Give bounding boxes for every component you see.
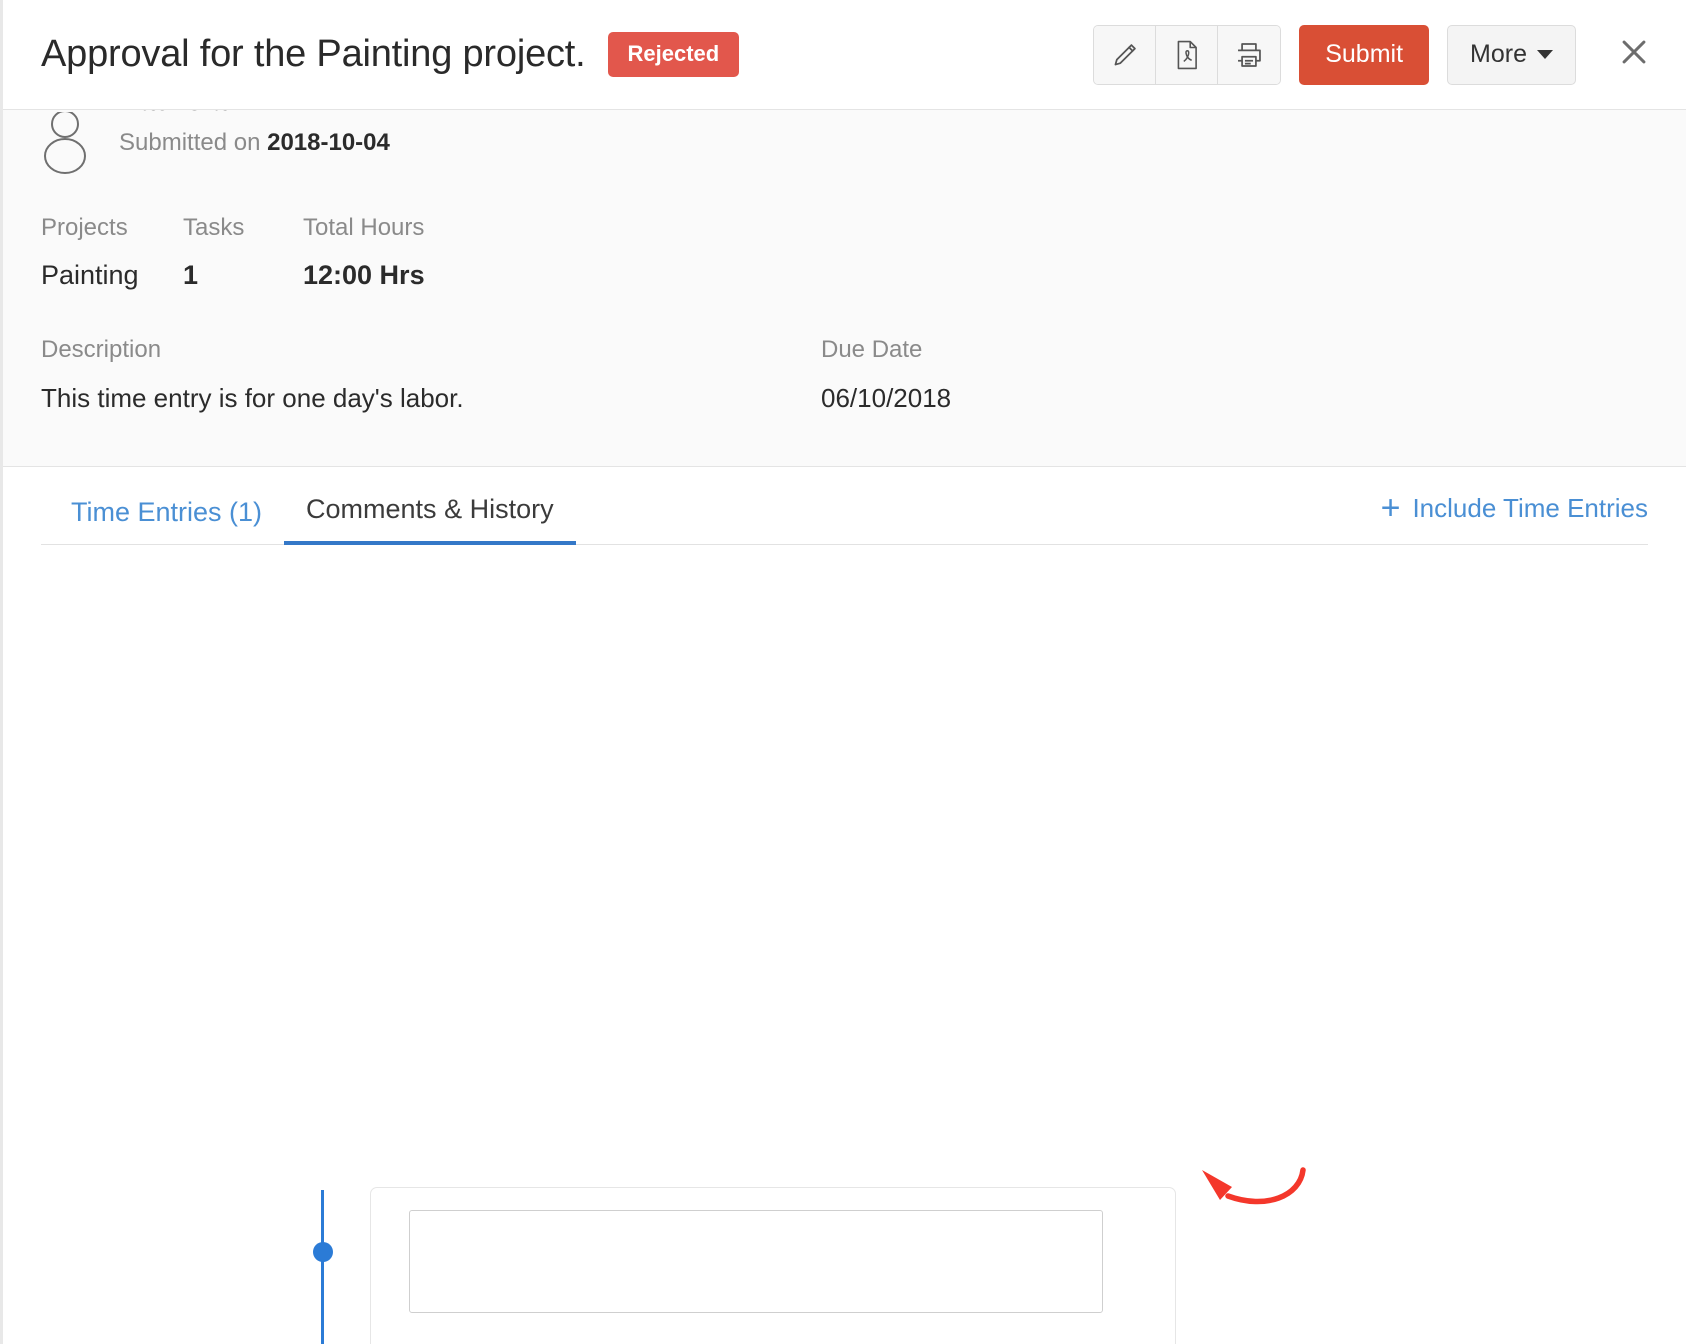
- tab-time-entries[interactable]: Time Entries (1): [41, 499, 284, 544]
- tab-bar: Time Entries (1) Comments & History + In…: [41, 467, 1648, 545]
- pencil-icon: [1111, 41, 1139, 69]
- submitted-on-date: 2018-10-04: [267, 129, 390, 156]
- comment-input[interactable]: [409, 1210, 1103, 1313]
- stat-projects: Projects Painting: [41, 214, 183, 291]
- stat-total-hours-label: Total Hours: [303, 214, 543, 243]
- plus-icon: +: [1381, 495, 1401, 522]
- submitter-info: Patricia Submitted on 2018-10-04: [119, 110, 390, 157]
- stat-tasks: Tasks 1: [183, 214, 303, 291]
- timeline-axis: [321, 1190, 324, 1344]
- stat-total-hours-value: 12:00 Hrs: [303, 259, 543, 291]
- timeline-dot-compose: [313, 1242, 333, 1262]
- print-button[interactable]: [1218, 26, 1280, 84]
- due-date-value: 06/10/2018: [821, 383, 1221, 414]
- submitted-on: Submitted on 2018-10-04: [119, 129, 390, 157]
- title-area: Approval for the Painting project. Rejec…: [41, 32, 1093, 77]
- submitter-row: Patricia Submitted on 2018-10-04: [41, 110, 1648, 196]
- avatar: [41, 112, 89, 166]
- description-label: Description: [41, 336, 821, 365]
- panel-header: Approval for the Painting project. Rejec…: [3, 0, 1686, 110]
- pdf-file-icon: [1174, 40, 1200, 70]
- edit-button[interactable]: [1094, 26, 1156, 84]
- include-time-entries-link[interactable]: + Include Time Entries: [1381, 493, 1648, 544]
- stat-total-hours: Total Hours 12:00 Hrs: [303, 214, 543, 291]
- header-actions: Submit More: [1093, 25, 1658, 85]
- tab-comments-history[interactable]: Comments & History: [284, 496, 576, 545]
- submit-button[interactable]: Submit: [1299, 25, 1429, 85]
- close-button[interactable]: [1610, 31, 1658, 79]
- description-field: Description This time entry is for one d…: [41, 336, 821, 414]
- printer-icon: [1234, 41, 1264, 69]
- stat-tasks-value: 1: [183, 259, 303, 291]
- stat-projects-label: Projects: [41, 214, 183, 243]
- export-pdf-button[interactable]: [1156, 26, 1218, 84]
- due-date-field: Due Date 06/10/2018: [821, 336, 1221, 414]
- page-title: Approval for the Painting project.: [41, 33, 586, 76]
- icon-button-group: [1093, 25, 1281, 85]
- description-row: Description This time entry is for one d…: [41, 336, 1648, 414]
- submitter-name: Patricia: [119, 110, 390, 117]
- due-date-label: Due Date: [821, 336, 1221, 365]
- description-value: This time entry is for one day's labor.: [41, 383, 821, 414]
- stats-row: Projects Painting Tasks 1 Total Hours 12…: [41, 214, 1648, 291]
- stat-tasks-label: Tasks: [183, 214, 303, 243]
- chevron-down-icon: [1537, 50, 1553, 59]
- timesheet-approval-panel: Approval for the Painting project. Rejec…: [0, 0, 1686, 1344]
- status-badge: Rejected: [608, 32, 740, 77]
- more-button[interactable]: More: [1447, 25, 1576, 85]
- comments-timeline: Display in portal. Add Comment 04/10/201…: [3, 545, 1686, 1344]
- summary-panel: Patricia Submitted on 2018-10-04 Project…: [3, 110, 1686, 467]
- submitted-on-prefix: Submitted on: [119, 129, 260, 156]
- close-icon: [1617, 35, 1651, 74]
- add-comment-card: Display in portal. Add Comment: [370, 1187, 1176, 1344]
- stat-projects-value: Painting: [41, 259, 183, 291]
- more-button-label: More: [1470, 40, 1527, 69]
- include-time-entries-label: Include Time Entries: [1412, 493, 1648, 524]
